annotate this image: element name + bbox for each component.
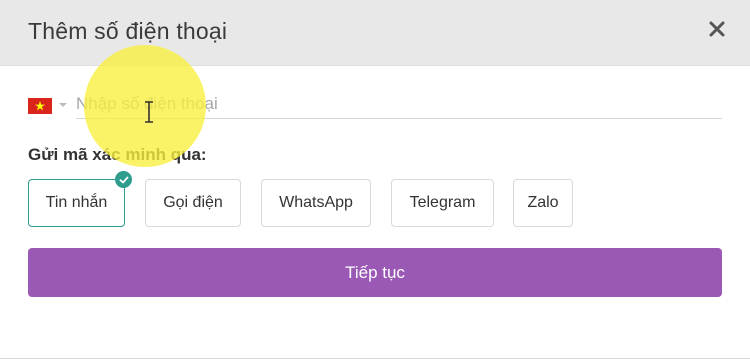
phone-number-input[interactable] xyxy=(76,90,722,119)
option-label: Zalo xyxy=(527,194,559,211)
option-label: WhatsApp xyxy=(279,194,353,211)
option-whatsapp[interactable]: WhatsApp xyxy=(261,179,371,227)
option-label: Telegram xyxy=(409,194,476,211)
phone-row xyxy=(28,90,722,120)
dialog-header: Thêm số điện thoại xyxy=(0,0,750,66)
send-code-via-label: Gửi mã xác minh qua: xyxy=(28,145,207,164)
dialog-title: Thêm số điện thoại xyxy=(28,18,228,44)
check-icon xyxy=(115,171,132,188)
option-telegram[interactable]: Telegram xyxy=(391,179,494,227)
option-label: Gọi điện xyxy=(163,194,223,211)
close-button[interactable] xyxy=(700,12,734,46)
close-icon xyxy=(709,21,725,37)
chevron-down-icon[interactable] xyxy=(59,101,67,109)
option-label: Tin nhắn xyxy=(45,194,108,211)
vietnam-flag-icon[interactable] xyxy=(28,98,52,114)
option-sms[interactable]: Tin nhắn xyxy=(28,171,132,227)
continue-button[interactable]: Tiếp tục xyxy=(28,248,722,297)
option-call[interactable]: Gọi điện xyxy=(145,179,241,227)
option-zalo[interactable]: Zalo xyxy=(513,179,573,227)
add-phone-dialog: Thêm số điện thoại Gửi mã xác minh qua: … xyxy=(0,0,750,359)
